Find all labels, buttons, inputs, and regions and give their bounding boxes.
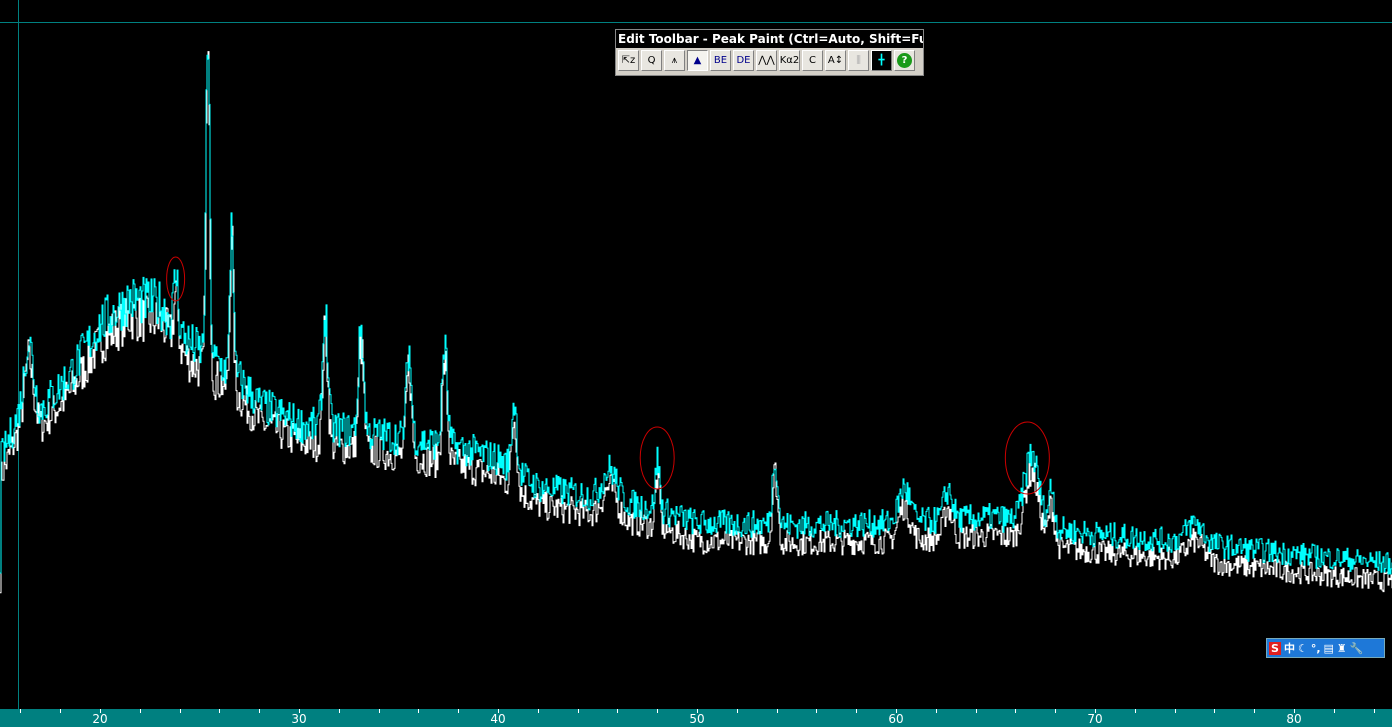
ime-mode-button[interactable]: 中 bbox=[1284, 640, 1295, 656]
x-tick bbox=[1015, 709, 1017, 713]
x-tick-label: 30 bbox=[291, 712, 307, 726]
bars-button[interactable]: ⫼ bbox=[848, 50, 869, 71]
wrench-icon[interactable]: 🔧 bbox=[1350, 642, 1364, 655]
x-tick bbox=[60, 709, 62, 713]
x-tick bbox=[776, 709, 778, 713]
x-tick bbox=[975, 709, 977, 713]
peak-paint-button[interactable]: ▲ bbox=[687, 50, 708, 71]
ka2-icon: Kα2 bbox=[779, 55, 800, 66]
x-tick bbox=[577, 709, 579, 713]
background-edit-button[interactable]: BE bbox=[710, 50, 731, 71]
x-tick bbox=[219, 709, 221, 713]
x-tick bbox=[736, 709, 738, 713]
diffraction-plot[interactable] bbox=[0, 0, 1392, 709]
x-tick bbox=[1174, 709, 1176, 713]
x-tick bbox=[179, 709, 181, 713]
crosshair-button[interactable]: ╋ bbox=[871, 50, 892, 71]
x-tick bbox=[1333, 709, 1335, 713]
profile-button[interactable]: ⋀⋀ bbox=[756, 50, 777, 71]
data-edit-button[interactable]: DE bbox=[733, 50, 754, 71]
x-tick bbox=[458, 709, 460, 713]
peak-highlight-ellipse bbox=[166, 256, 186, 302]
x-tick bbox=[856, 709, 858, 713]
peak-marker-icon: ⩚ bbox=[671, 55, 678, 66]
x-tick bbox=[1373, 709, 1375, 713]
series-background-subtracted bbox=[0, 51, 1392, 594]
zoom-icon: Q bbox=[647, 55, 656, 66]
select-icon: ⇱z bbox=[621, 55, 636, 66]
x-axis: 20 30 40 50 60 70 80 bbox=[0, 709, 1392, 727]
peak-height-button[interactable]: A↕ bbox=[825, 50, 846, 71]
x-tick-label: 70 bbox=[1087, 712, 1103, 726]
x-tick bbox=[816, 709, 818, 713]
data-edit-icon: DE bbox=[736, 55, 751, 66]
x-tick bbox=[935, 709, 937, 713]
help-button[interactable]: ? bbox=[894, 50, 915, 71]
moon-icon[interactable]: ☾ bbox=[1298, 642, 1308, 655]
edit-toolbar: Edit Toolbar - Peak Paint (Ctrl=Auto, Sh… bbox=[615, 29, 924, 76]
x-tick bbox=[378, 709, 380, 713]
x-tick bbox=[338, 709, 340, 713]
x-tick bbox=[418, 709, 420, 713]
sogou-logo[interactable]: S bbox=[1269, 641, 1281, 655]
keyboard-icon[interactable]: ▤ bbox=[1324, 642, 1334, 655]
background-edit-icon: BE bbox=[713, 55, 728, 66]
help-icon: ? bbox=[897, 53, 912, 68]
series-measured bbox=[0, 54, 1392, 575]
punctuation-icon[interactable]: °, bbox=[1311, 642, 1321, 655]
peak-marker-button[interactable]: ⩚ bbox=[664, 50, 685, 71]
profile-icon: ⋀⋀ bbox=[758, 55, 775, 66]
x-tick bbox=[20, 709, 22, 713]
x-tick bbox=[139, 709, 141, 713]
skin-icon[interactable]: ♜ bbox=[1337, 642, 1347, 655]
x-tick bbox=[1055, 709, 1057, 713]
ime-toolbar: S 中 ☾ °, ▤ ♜ 🔧 bbox=[1266, 638, 1385, 658]
ka2-button[interactable]: Kα2 bbox=[779, 50, 800, 71]
bars-icon: ⫼ bbox=[856, 55, 861, 66]
x-tick bbox=[259, 709, 261, 713]
x-tick bbox=[617, 709, 619, 713]
x-tick-label: 50 bbox=[689, 712, 705, 726]
x-tick bbox=[657, 709, 659, 713]
select-button[interactable]: ⇱z bbox=[618, 50, 639, 71]
toolbar-title[interactable]: Edit Toolbar - Peak Paint (Ctrl=Auto, Sh… bbox=[616, 30, 923, 48]
x-tick-label: 60 bbox=[888, 712, 904, 726]
x-tick-label: 20 bbox=[92, 712, 108, 726]
crosshair-icon: ╋ bbox=[878, 55, 885, 66]
x-tick-label: 80 bbox=[1286, 712, 1302, 726]
x-tick bbox=[537, 709, 539, 713]
peak-paint-icon: ▲ bbox=[693, 55, 702, 66]
zoom-button[interactable]: Q bbox=[641, 50, 662, 71]
calibrate-icon: C bbox=[809, 55, 816, 66]
calibrate-button[interactable]: C bbox=[802, 50, 823, 71]
peak-height-icon: A↕ bbox=[827, 55, 844, 66]
x-tick-label: 40 bbox=[490, 712, 506, 726]
x-tick bbox=[1254, 709, 1256, 713]
x-tick bbox=[1214, 709, 1216, 713]
x-tick bbox=[1134, 709, 1136, 713]
